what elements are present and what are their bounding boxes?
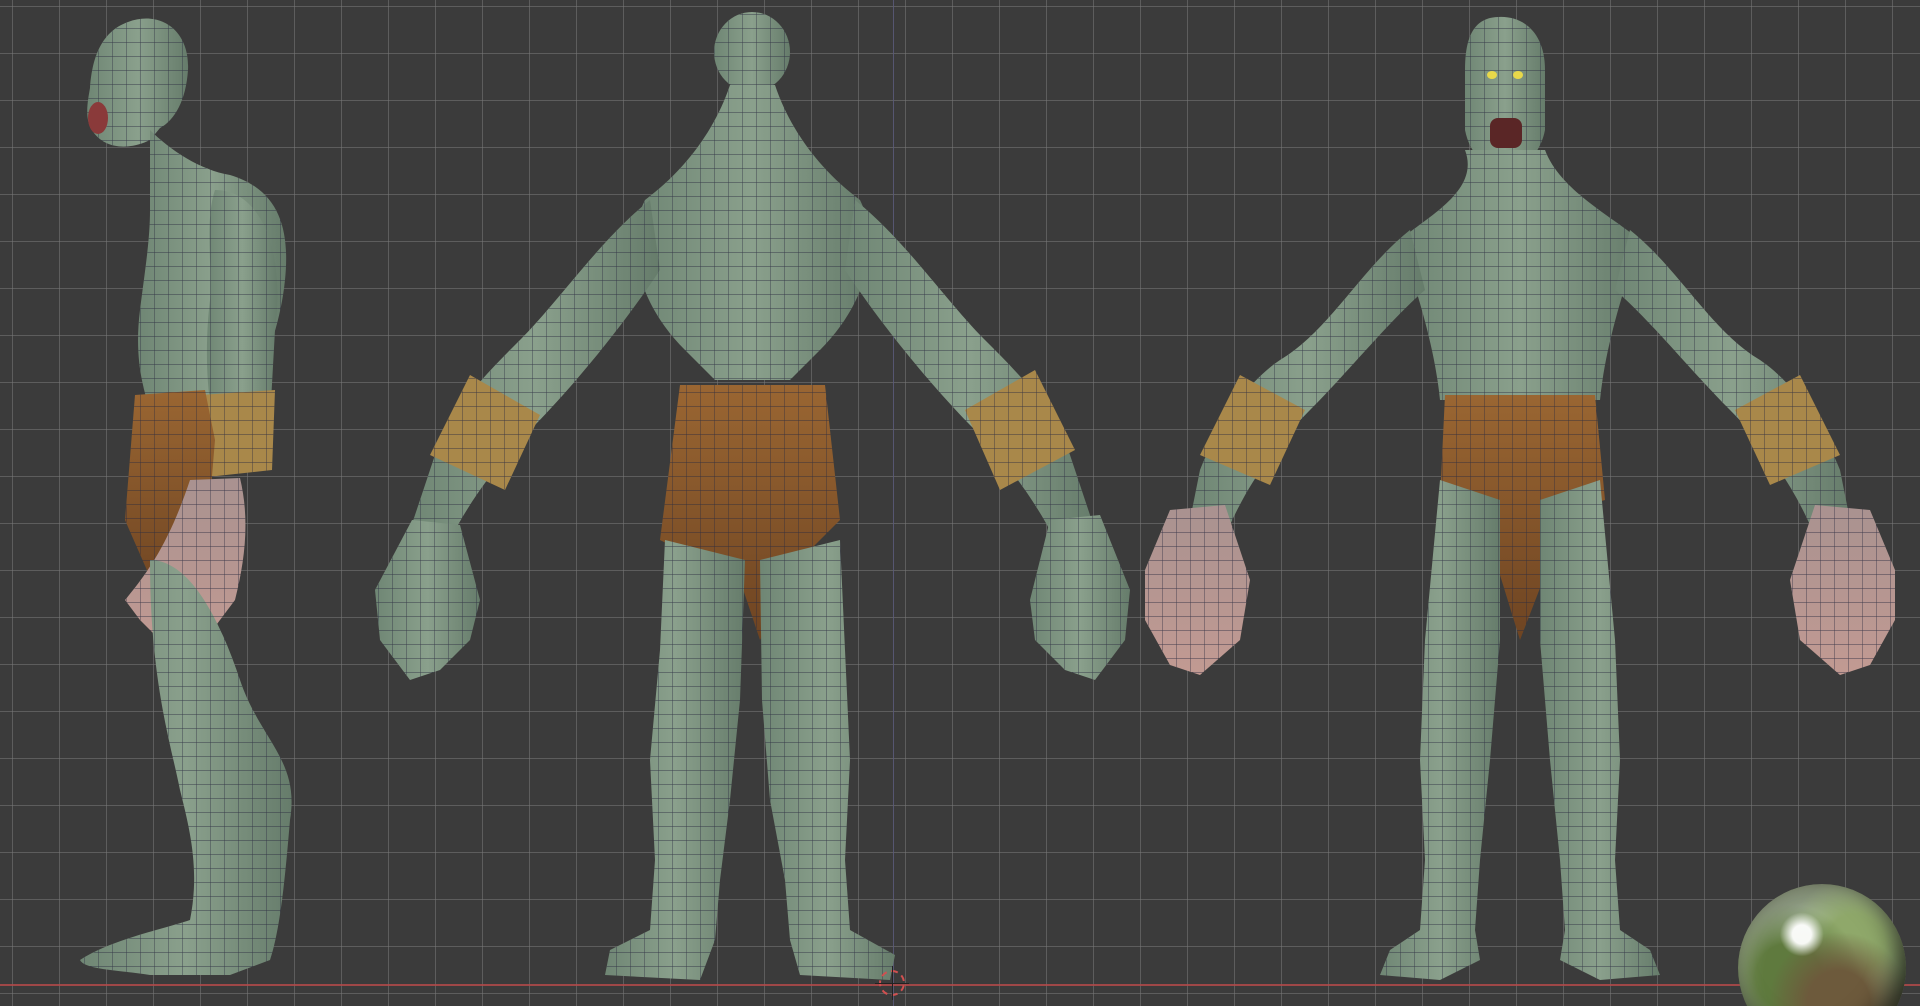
model-scene [80, 12, 1895, 980]
3d-cursor-icon[interactable] [875, 966, 909, 1000]
character-back-view[interactable] [375, 12, 1130, 980]
3d-viewport[interactable] [0, 0, 1920, 1006]
character-front-view[interactable] [1145, 16, 1895, 980]
character-side-view[interactable] [80, 18, 292, 975]
